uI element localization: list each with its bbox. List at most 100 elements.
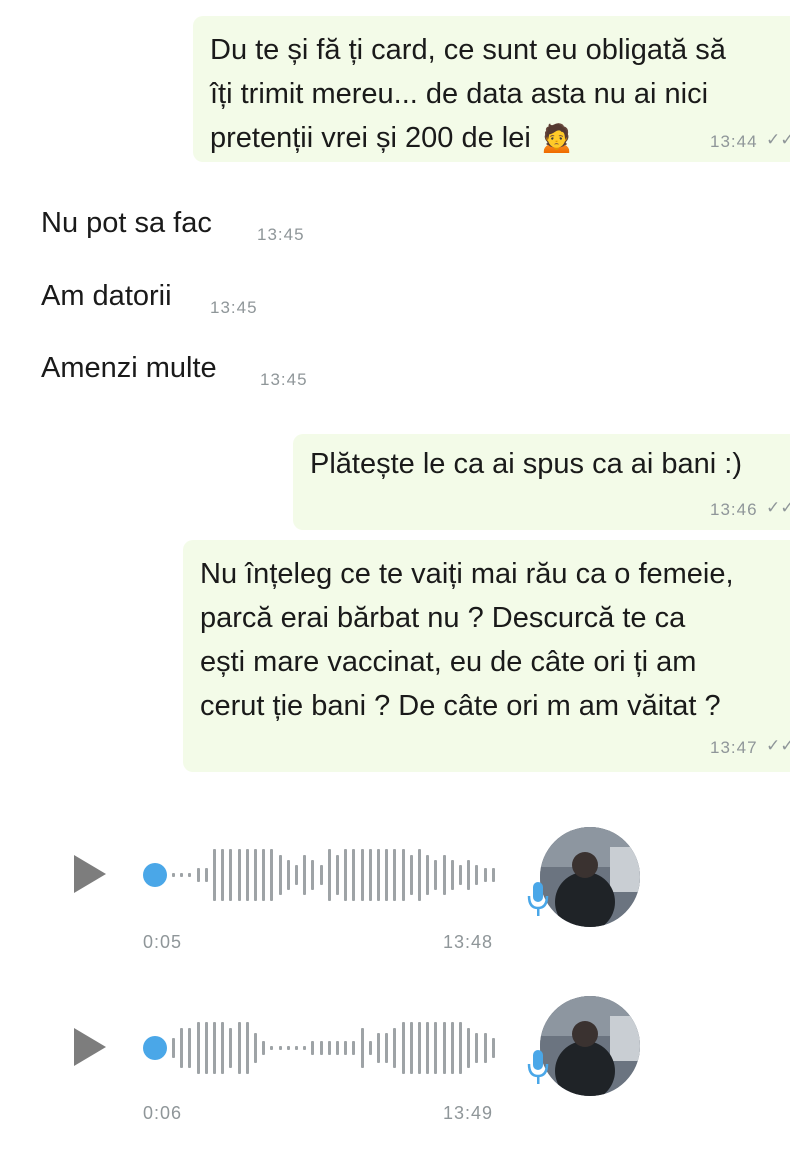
waveform-bar [262,1041,266,1055]
microphone-icon [527,1048,549,1086]
waveform-bar [368,849,372,901]
waveform-bar [270,849,274,901]
waveform-bar [172,873,175,877]
waveform-bar [483,1033,487,1063]
waveform-bar [467,860,471,890]
playback-position-handle[interactable] [143,1036,167,1060]
playback-position-handle[interactable] [143,863,167,887]
outgoing-message-bubble[interactable]: Du te și fă ți card, ce sunt eu obligată… [193,16,790,162]
microphone-icon [527,880,549,918]
waveform-bar [450,1022,454,1074]
waveform-bar [180,1028,184,1068]
waveform-bar [278,855,282,895]
waveform-bar [377,1033,380,1063]
waveform-bar [311,1041,315,1055]
waveform-bar [426,1022,430,1074]
incoming-message[interactable]: Am datorii 13:45 [0,268,400,328]
avatar [540,827,640,927]
waveform-bar [459,1022,462,1074]
waveform-bar [278,1046,282,1050]
waveform-bar [254,1033,257,1063]
waveform-bar [409,1022,413,1074]
waveform-bar [401,1022,405,1074]
waveform-bar [434,860,438,890]
waveform-bar [188,873,192,877]
waveform-bar [401,849,405,901]
message-text-line: cerut ție bani ? De câte ori m am văitat… [200,690,721,722]
waveform-bar [245,849,249,901]
waveform-bar [491,1038,495,1058]
message-timestamp: 13:45 [257,225,305,244]
waveform-bar [368,1041,372,1055]
message-timestamp: 13:45 [260,370,308,389]
waveform-bar [213,849,216,901]
message-timestamp: 13:46 [710,500,758,519]
message-text: Am datorii [41,280,172,312]
double-check-icon: ✓✓ [766,130,790,149]
incoming-message[interactable]: Amenzi multe 13:45 [0,338,400,398]
voice-duration: 0:06 [143,1103,183,1123]
double-check-icon: ✓✓ [766,736,790,755]
waveform-bar [336,1041,339,1055]
waveform-bar [204,1022,208,1074]
voice-message[interactable]: 0:05 13:48 [0,815,790,975]
waveform-bar [188,1028,192,1068]
waveform-bar [303,1046,307,1050]
voice-waveform[interactable] [172,1018,502,1078]
voice-timestamp: 13:49 [443,1103,494,1123]
waveform-bar [360,1028,364,1068]
waveform-bar [180,873,184,877]
waveform-bar [319,1041,323,1055]
waveform-bar [295,1046,298,1050]
play-icon[interactable] [74,1028,106,1066]
double-check-icon: ✓✓ [766,498,790,517]
waveform-bar [491,868,495,882]
waveform-bar [385,1033,389,1063]
waveform-bar [286,1046,290,1050]
message-text: Nu pot sa fac [41,207,212,239]
message-timestamp: 13:45 [210,298,258,317]
waveform-bar [426,855,430,895]
waveform-bar [221,849,225,901]
voice-timestamp: 13:48 [443,932,494,952]
waveform-bar [327,849,331,901]
waveform-bar [270,1046,274,1050]
voice-message[interactable]: 0:06 13:49 [0,990,790,1150]
waveform-bar [418,849,421,901]
waveform-bar [377,849,380,901]
play-icon[interactable] [74,855,106,893]
message-timestamp: 13:44 [710,132,758,151]
waveform-bar [344,849,348,901]
waveform-bar [475,1033,479,1063]
waveform-bar [213,1022,216,1074]
waveform-bar [442,1022,446,1074]
waveform-bar [434,1022,438,1074]
waveform-bar [254,849,257,901]
waveform-bar [467,1028,471,1068]
waveform-bar [483,868,487,882]
waveform-bar [319,865,323,885]
waveform-bar [245,1022,249,1074]
waveform-bar [385,849,389,901]
incoming-message[interactable]: Nu pot sa fac 13:45 [0,195,400,255]
waveform-bar [409,855,413,895]
waveform-bar [360,849,364,901]
waveform-bar [442,855,446,895]
waveform-bar [393,849,397,901]
voice-duration: 0:05 [143,932,183,952]
waveform-bar [450,860,454,890]
message-timestamp: 13:47 [710,738,758,757]
waveform-bar [237,849,241,901]
waveform-bar [262,849,266,901]
waveform-bar [221,1022,225,1074]
waveform-bar [196,868,200,882]
waveform-bar [303,855,307,895]
avatar [540,996,640,1096]
waveform-bar [459,865,462,885]
waveform-bar [172,1038,175,1058]
message-text-line: ești mare vaccinat, eu de câte ori ți am [200,646,697,678]
outgoing-message-bubble[interactable]: Nu înțeleg ce te vaiți mai rău ca o feme… [183,540,790,772]
waveform-bar [311,860,315,890]
outgoing-message-bubble[interactable]: Plătește le ca ai spus ca ai bani :) 13:… [293,434,790,530]
voice-waveform[interactable] [172,845,502,905]
